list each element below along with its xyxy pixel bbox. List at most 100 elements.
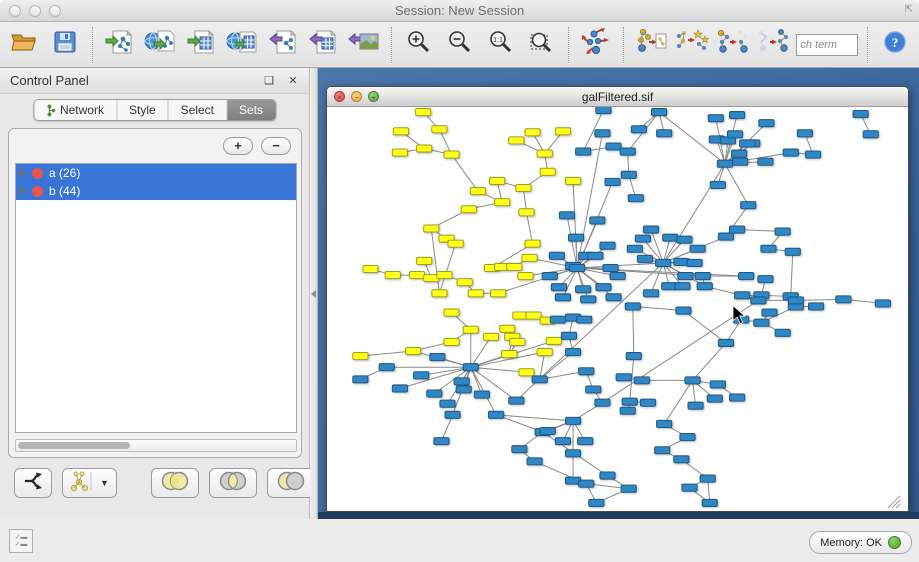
tab-label: Style bbox=[129, 103, 156, 117]
import-table-url-button[interactable] bbox=[224, 26, 260, 64]
network-window-titlebar[interactable]: × − + galFiltered.sif bbox=[327, 87, 908, 107]
set-label: a (26) bbox=[49, 166, 80, 180]
layout-icon bbox=[581, 28, 611, 61]
panel-splitter[interactable] bbox=[310, 68, 318, 519]
window-resize-grip[interactable] bbox=[888, 496, 900, 508]
open-folder-icon bbox=[10, 30, 38, 59]
save-session-button[interactable] bbox=[47, 26, 83, 64]
set-list-item[interactable]: b (44) bbox=[16, 182, 296, 200]
show-all-button[interactable] bbox=[756, 26, 792, 64]
set-list-item[interactable]: a (26) bbox=[16, 164, 296, 182]
tab-label: Select bbox=[181, 103, 214, 117]
network-window-title: galFiltered.sif bbox=[327, 90, 908, 104]
toolbar-separator bbox=[391, 27, 392, 63]
control-panel: Control Panel ❑ ✕ Network Style Select S… bbox=[0, 68, 310, 519]
memory-ok-indicator bbox=[888, 536, 901, 549]
import-table-file-icon bbox=[186, 29, 216, 60]
task-history-button[interactable]: ✓▬ ✓▬ bbox=[9, 529, 33, 553]
select-first-neighbors-button[interactable] bbox=[674, 26, 710, 64]
save-floppy-icon bbox=[53, 30, 77, 59]
toolbar-separator bbox=[867, 27, 868, 63]
network-canvas[interactable] bbox=[327, 107, 908, 511]
zoom-in-icon bbox=[406, 29, 432, 60]
expander-triangle-icon[interactable] bbox=[20, 187, 26, 195]
zoom-selected-icon bbox=[528, 29, 554, 60]
create-set-from-network-button[interactable]: ▼ bbox=[62, 468, 117, 498]
svg-text:1:1: 1:1 bbox=[493, 37, 503, 44]
zoom-actual-size-button[interactable]: 1:1 bbox=[483, 26, 519, 64]
main-content: Control Panel ❑ ✕ Network Style Select S… bbox=[0, 68, 919, 519]
memory-status-button[interactable]: Memory: OK bbox=[809, 531, 912, 554]
show-all-icon bbox=[756, 28, 790, 61]
help-button[interactable]: ? bbox=[877, 26, 913, 64]
close-panel-icon[interactable]: ✕ bbox=[285, 73, 301, 89]
new-network-from-selection-icon bbox=[635, 28, 667, 61]
set-label: b (44) bbox=[49, 184, 80, 198]
sets-horizontal-scrollbar[interactable] bbox=[15, 439, 297, 452]
hide-selected-button[interactable] bbox=[715, 26, 751, 64]
network-graph[interactable] bbox=[327, 107, 908, 511]
tab-select[interactable]: Select bbox=[169, 100, 227, 120]
control-panel-tabs: Network Style Select Sets bbox=[33, 99, 276, 121]
remove-set-button[interactable]: − bbox=[261, 137, 291, 155]
collapse-panel-icon[interactable] bbox=[311, 290, 316, 298]
zoom-selected-button[interactable] bbox=[524, 26, 560, 64]
toolbar-separator bbox=[568, 27, 569, 63]
tab-sets[interactable]: Sets bbox=[227, 100, 275, 120]
add-set-button[interactable]: + bbox=[223, 137, 253, 155]
sets-add-remove-row: + − bbox=[223, 137, 291, 155]
zoom-out-icon bbox=[447, 29, 473, 60]
export-table-button[interactable] bbox=[306, 26, 342, 64]
intersect-sets-button[interactable] bbox=[209, 468, 257, 498]
export-network-button[interactable] bbox=[265, 26, 301, 64]
memory-label: Memory: OK bbox=[820, 537, 882, 549]
application-window: Session: New Session ⇱ bbox=[0, 0, 919, 562]
main-toolbar: 1:1 bbox=[0, 22, 919, 68]
import-network-file-button[interactable] bbox=[102, 26, 138, 64]
open-session-button[interactable] bbox=[6, 26, 42, 64]
zoom-out-button[interactable] bbox=[442, 26, 478, 64]
zoom-one-to-one-icon: 1:1 bbox=[488, 29, 514, 60]
select-first-neighbors-icon bbox=[675, 28, 709, 61]
set-color-dot-icon bbox=[32, 186, 43, 197]
intersection-venn-icon bbox=[217, 470, 249, 497]
difference-venn-icon bbox=[275, 470, 307, 497]
control-panel-header: Control Panel ❑ ✕ bbox=[0, 68, 309, 94]
sets-action-buttons: ▼ bbox=[14, 468, 315, 498]
import-table-file-button[interactable] bbox=[183, 26, 219, 64]
difference-sets-button[interactable] bbox=[267, 468, 315, 498]
dropdown-caret-icon[interactable]: ▼ bbox=[100, 478, 109, 488]
tab-label: Sets bbox=[239, 103, 263, 117]
sets-list[interactable]: a (26) b (44) bbox=[15, 163, 297, 433]
new-network-from-selection-button[interactable] bbox=[633, 26, 669, 64]
sets-panel: + − a (26) b (44) bbox=[8, 128, 302, 458]
import-network-file-icon bbox=[104, 29, 134, 60]
export-image-button[interactable] bbox=[346, 26, 382, 64]
network-desktop: × − + galFiltered.sif bbox=[318, 68, 919, 519]
import-table-url-icon bbox=[226, 29, 258, 60]
apply-layout-button[interactable] bbox=[578, 26, 614, 64]
tab-style[interactable]: Style bbox=[117, 100, 169, 120]
network-view-window[interactable]: × − + galFiltered.sif bbox=[326, 86, 909, 512]
export-network-icon bbox=[268, 29, 298, 60]
set-color-dot-icon bbox=[32, 168, 43, 179]
search-input[interactable] bbox=[796, 34, 858, 56]
float-panel-icon[interactable]: ❑ bbox=[261, 73, 277, 89]
export-table-icon bbox=[308, 29, 338, 60]
fullscreen-icon[interactable]: ⇱ bbox=[905, 4, 913, 15]
union-venn-icon bbox=[159, 470, 191, 497]
expander-triangle-icon[interactable] bbox=[20, 169, 26, 177]
split-arrows-icon bbox=[22, 470, 44, 497]
checklist-icon: ✓▬ bbox=[15, 535, 28, 540]
status-bar: ✓▬ ✓▬ Memory: OK bbox=[0, 519, 919, 562]
zoom-in-button[interactable] bbox=[401, 26, 437, 64]
split-set-button[interactable] bbox=[14, 468, 52, 498]
union-sets-button[interactable] bbox=[151, 468, 199, 498]
tab-network[interactable]: Network bbox=[34, 100, 117, 120]
import-network-url-button[interactable] bbox=[142, 26, 178, 64]
network-tree-icon bbox=[46, 104, 56, 116]
tab-label: Network bbox=[60, 103, 104, 117]
scrollbar-thumb[interactable] bbox=[18, 442, 130, 449]
hide-selected-icon bbox=[716, 28, 750, 61]
title-bar[interactable]: Session: New Session ⇱ bbox=[0, 0, 919, 22]
